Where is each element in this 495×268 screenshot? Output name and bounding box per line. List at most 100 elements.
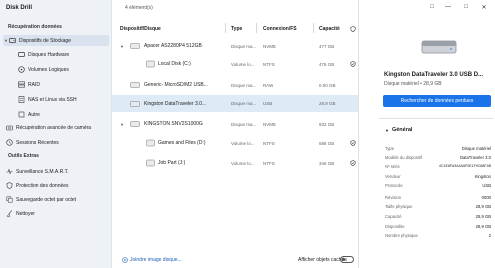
column-label: Type — [231, 25, 243, 32]
backup-icon — [6, 196, 13, 203]
property-row: Protocole USB — [385, 183, 493, 191]
device-capacity: 932 GB — [319, 121, 335, 127]
column-label: Dispositif/Disque — [120, 25, 161, 32]
property-key: Nº série — [385, 164, 400, 169]
property-key: Modèle du dispositif — [385, 155, 423, 160]
maximize-button[interactable]: □ — [461, 4, 471, 10]
device-capacity: 476 GB — [319, 61, 335, 67]
device-list-area: 4 élément(s) Dispositif/Disque Type Conn… — [112, 0, 358, 268]
property-row: Vendeur Kingston — [385, 174, 493, 182]
sidebar-item-recent-sessions[interactable]: Sessions Récentes — [6, 137, 59, 148]
chevron-down-icon[interactable]: ▼ — [385, 128, 389, 133]
column-header-type[interactable]: Type — [231, 24, 242, 33]
protection-shield-icon[interactable] — [350, 155, 356, 171]
property-value: 28,9 GB — [475, 224, 491, 229]
section-label: Général — [391, 127, 413, 133]
close-button[interactable]: ✕ — [479, 4, 489, 11]
sidebar-item-label: RAID — [28, 81, 40, 88]
sidebar-item-label: Disques Hardware — [28, 51, 70, 58]
sidebar-item-byte-backup[interactable]: Sauvegarde octet par octet — [6, 194, 76, 205]
property-value: 2 — [488, 233, 491, 238]
device-connection: RAW — [263, 82, 274, 88]
link-label: Joindre image disque... — [130, 257, 182, 263]
device-connection: NTFS — [263, 160, 275, 166]
sidebar-item-label: Sessions Récentes — [16, 139, 59, 146]
volume-icon — [146, 155, 155, 171]
column-header-device[interactable]: Dispositif/Disque — [120, 24, 161, 33]
sidebar-item-other[interactable]: Autre — [18, 109, 40, 120]
chevron-down-icon[interactable]: ▼ — [120, 40, 124, 52]
device-type: Disque ma... — [231, 121, 257, 127]
sidebar-item-hardware-disks[interactable]: Disques Hardware — [18, 49, 69, 60]
table-row-selected[interactable]: Kingston DataTraveler 3.0... Disque ma..… — [112, 95, 358, 112]
toolbar: 4 élément(s) — [112, 0, 358, 16]
column-divider[interactable] — [313, 23, 314, 33]
property-value: 4C1E8FA3A4A5F0E1F9C88F4B — [438, 164, 491, 168]
sidebar-item-camera-recovery[interactable]: Récupération avancée de caméra — [6, 122, 91, 133]
column-header-connection[interactable]: Connexion/FS — [263, 24, 297, 33]
app-title: Disk Drill — [6, 5, 33, 11]
raid-icon — [18, 81, 25, 88]
device-connection: NTFS — [263, 61, 275, 67]
minimize-button[interactable]: — — [443, 4, 453, 10]
device-name: Local Disk (C:) — [158, 61, 191, 67]
device-capacity: 346 GB — [319, 160, 335, 166]
table-row[interactable]: Generic- MicroSD/M2 USB... Disque ma... … — [112, 79, 358, 91]
protection-column-header[interactable] — [350, 24, 356, 33]
sidebar-item-raid[interactable]: RAID — [18, 79, 40, 90]
property-key: Nombre physique — [385, 233, 418, 238]
property-row: Disponible 28,9 GB — [385, 224, 493, 232]
hard-disk-icon — [18, 51, 25, 58]
usb-drive-icon — [130, 95, 140, 112]
device-capacity: 477 GB — [319, 43, 335, 49]
chevron-down-icon[interactable]: ▼ — [120, 118, 124, 130]
sidebar-item-nas[interactable]: NAS et Linux via SSH — [18, 94, 77, 105]
disk-icon — [130, 118, 140, 130]
sidebar-item-data-protection[interactable]: Protection des données — [6, 180, 69, 191]
camera-icon — [6, 124, 13, 131]
sidebar-item-label: Autre — [28, 111, 40, 118]
property-key: Révision — [385, 195, 402, 200]
disk-icon — [130, 40, 140, 52]
table-row[interactable]: ▼ Apacer AS2280P4 512GB Disque ma... NVM… — [112, 40, 358, 52]
toggle-knob — [342, 258, 345, 261]
show-hidden-toggle[interactable] — [340, 256, 354, 263]
sidebar-item-label: Protection des données — [16, 182, 69, 189]
device-subtitle: Disque matériel • 28,9 GB — [384, 81, 442, 87]
column-divider[interactable] — [256, 23, 257, 33]
sidebar-item-label: Récupération avancée de caméra — [16, 124, 92, 131]
sidebar-item-label: Surveillance S.M.A.R.T. — [16, 168, 69, 175]
attach-disk-image-link[interactable]: Joindre image disque... — [122, 257, 182, 263]
volume-icon — [18, 66, 25, 73]
device-capacity: 586 GB — [319, 140, 335, 146]
general-section-header[interactable]: ▼ Général — [385, 127, 412, 133]
search-lost-data-button[interactable]: Rechercher de données perdues — [383, 95, 491, 107]
property-row: Nombre physique 2 — [385, 233, 493, 241]
table-row[interactable]: ▼ KINGSTON SNV2S1000G Disque ma... NVME … — [112, 118, 358, 130]
device-connection: NVME — [263, 43, 277, 49]
volume-icon — [146, 135, 155, 151]
column-divider[interactable] — [225, 23, 226, 33]
property-row: Modèle du dispositif DataTraveler 3.0 — [385, 155, 493, 163]
column-header-capacity[interactable]: Capacité — [319, 24, 340, 33]
table-row[interactable]: Job Part (J:) Volume lo... NTFS 346 GB — [112, 155, 358, 171]
property-key: Capacité — [385, 214, 402, 219]
protection-shield-icon[interactable] — [350, 56, 356, 72]
sidebar-item-cleaner[interactable]: Nettoyer — [6, 208, 35, 219]
property-key: Disponible — [385, 224, 405, 229]
sidebar-item-smart[interactable]: Surveillance S.M.A.R.T. — [6, 166, 69, 177]
sidebar-item-storage-devices[interactable]: ▼ Dispositifs de Stockage — [3, 35, 109, 46]
sidebar-item-label: Volumes Logiques — [28, 66, 69, 73]
history-icon — [6, 139, 13, 146]
device-name: Job Part (J:) — [158, 160, 186, 166]
device-type: Volume lo... — [231, 61, 255, 67]
table-row[interactable]: Local Disk (C:) Volume lo... NTFS 476 GB — [112, 56, 358, 72]
table-row[interactable]: Games and Files (D:) Volume lo... NTFS 5… — [112, 135, 358, 151]
book-icon[interactable]: □ — [427, 4, 437, 10]
sidebar-item-logical-volumes[interactable]: Volumes Logiques — [18, 64, 69, 75]
column-label: Capacité — [319, 25, 340, 32]
protection-shield-icon[interactable] — [350, 135, 356, 151]
device-connection: NTFS — [263, 140, 275, 146]
device-capacity: 28,9 GB — [319, 101, 336, 106]
section-recovery: Récupération données — [8, 24, 62, 30]
